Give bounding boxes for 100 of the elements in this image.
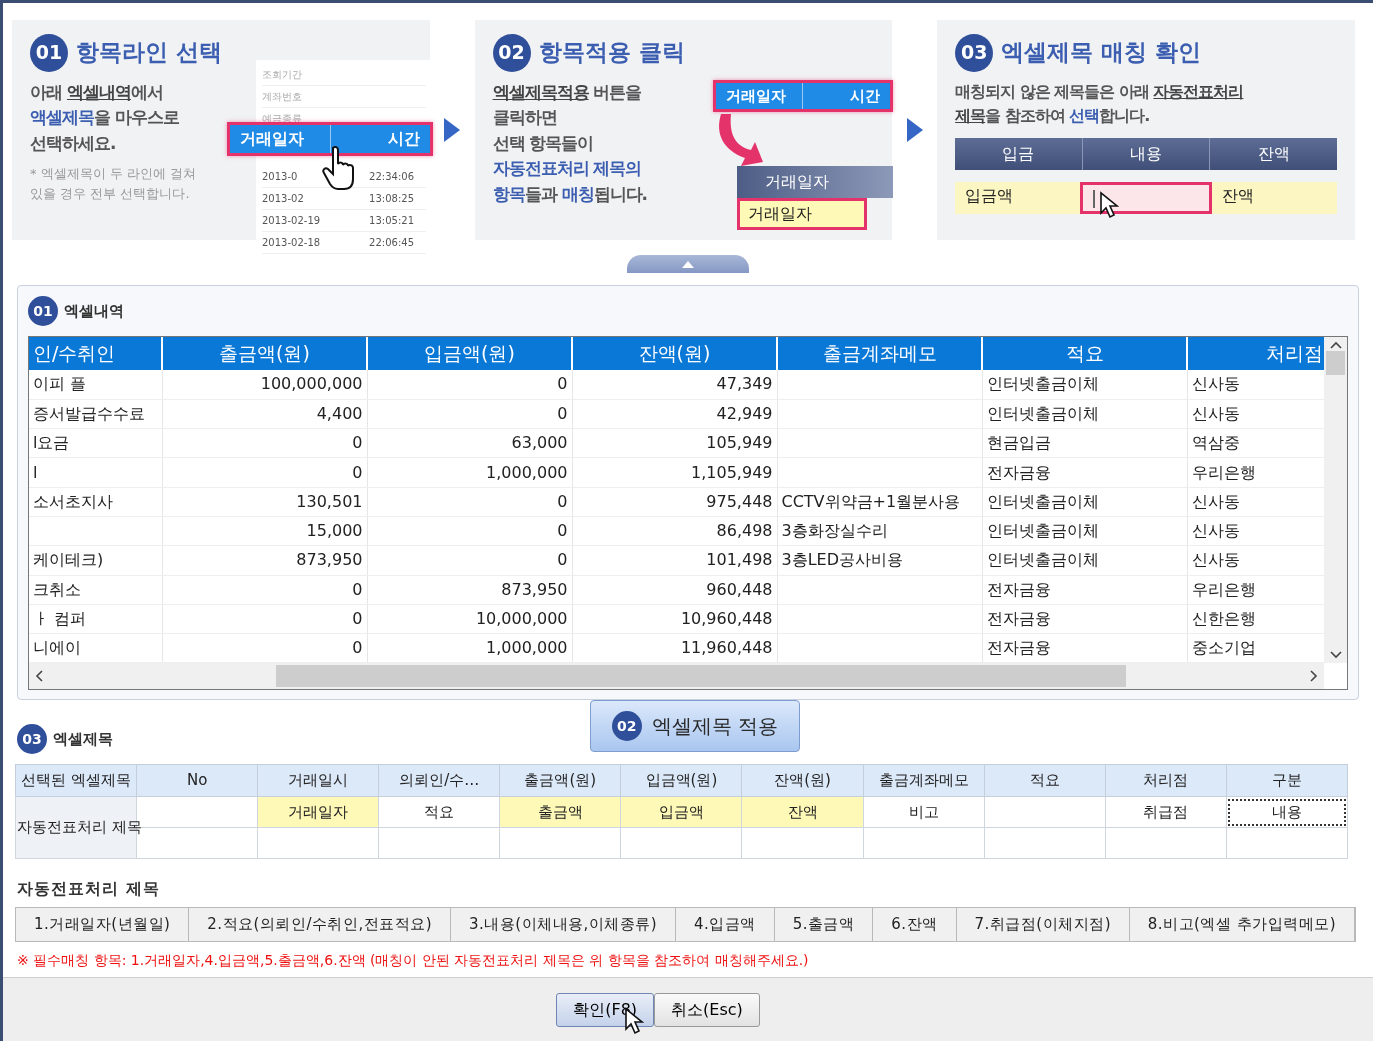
sheet-cell-text: 2013-0 bbox=[262, 169, 298, 184]
column-header: 구분 bbox=[1226, 764, 1348, 797]
reference-item: 2.적요(의뢰인/수취인,전표적요) bbox=[189, 908, 451, 941]
column-header: 선택된 엑셀제목 bbox=[15, 764, 137, 797]
table-cell: 975,448 bbox=[572, 487, 777, 517]
table-cell: 인터넷출금이체 bbox=[982, 370, 1187, 400]
table-cell: 전자금융 bbox=[982, 575, 1187, 605]
table-cell: 크취소 bbox=[29, 575, 162, 605]
cancel-button[interactable]: 취소(Esc) bbox=[654, 992, 760, 1027]
step-description: 엑셀제목적용 버튼을 클릭하면 선택 항목들이 자동전표처리 제목의 항목들과 매칭됩니다. bbox=[492, 80, 647, 206]
apply-button[interactable]: 02 엑셀제목 적용 bbox=[590, 700, 800, 752]
column-header[interactable]: 출금계좌메모 bbox=[777, 337, 982, 370]
sheet-cell-text: 2013-02 bbox=[262, 191, 304, 206]
table-cell: 42,949 bbox=[572, 399, 777, 429]
matched-cell: 거래일자 bbox=[736, 197, 867, 230]
header-cell: 잔액 bbox=[1209, 137, 1337, 170]
column-header: 적요 bbox=[984, 764, 1106, 797]
column-header[interactable]: 인/수취인 bbox=[29, 337, 162, 370]
reference-item: 7.취급점(이체지점) bbox=[956, 908, 1130, 941]
section-title: 엑셀내역 bbox=[64, 300, 124, 322]
step-title: 항목라인 선택 bbox=[76, 38, 222, 68]
section-number: 03 bbox=[17, 724, 47, 754]
table-cell: 인터넷출금이체 bbox=[982, 399, 1187, 429]
table-cell: 0 bbox=[367, 487, 572, 517]
table-cell: 소서초지사 bbox=[29, 487, 162, 517]
column-header: No bbox=[136, 764, 258, 797]
column-header[interactable]: 입금액(원) bbox=[367, 337, 572, 370]
step-number: 02 bbox=[611, 711, 642, 741]
table-cell: 0 bbox=[162, 604, 367, 634]
mapping-cell[interactable]: 출금액 bbox=[499, 796, 621, 828]
column-header[interactable]: 처리점 bbox=[1187, 337, 1324, 370]
column-header: 거래일자 bbox=[736, 165, 893, 198]
table-cell: 전자금융 bbox=[982, 633, 1187, 663]
step-title: 엑셀제목 매칭 확인 bbox=[1001, 38, 1202, 68]
table-cell: ㅏ 컴퍼 bbox=[29, 604, 162, 634]
mapping-cell[interactable]: 취급점 bbox=[1105, 796, 1227, 828]
table-cell: 0 bbox=[162, 633, 367, 663]
step-number: 03 bbox=[955, 33, 994, 72]
column-header: 의뢰인/수… bbox=[378, 764, 500, 797]
table-cell: 전자금융 bbox=[982, 457, 1187, 488]
sheet-cell-text: 2013-02-19 bbox=[262, 213, 321, 228]
table-cell: CCTV위약금+1월분사용 bbox=[777, 487, 982, 517]
table-cell: 0 bbox=[367, 399, 572, 429]
reference-item: 3.내용(이체내용,이체종류) bbox=[451, 908, 677, 941]
sheet-label: 조회기간 bbox=[262, 63, 426, 86]
table-cell: 니에이 bbox=[29, 633, 162, 663]
table-cell: 0 bbox=[162, 428, 367, 458]
table-cell: 증서발급수수료 bbox=[29, 399, 162, 429]
reference-title: 자동전표처리 제목 bbox=[17, 878, 161, 900]
column-header: 입금액(원) bbox=[620, 764, 742, 797]
column-header: 거래일시 bbox=[257, 764, 379, 797]
sheet-label: 계좌번호 bbox=[262, 85, 426, 108]
table-cell: 10,000,000 bbox=[367, 604, 572, 634]
table-cell: 86,498 bbox=[572, 516, 777, 546]
table-cell: 105,949 bbox=[572, 428, 777, 458]
mapping-cell[interactable]: 거래일자 bbox=[257, 796, 379, 828]
table-cell: 케이테크) bbox=[29, 545, 162, 576]
sheet-cell-text: 2013-02-18 bbox=[262, 235, 321, 250]
sheet-cell-text: 22:34:06 bbox=[369, 169, 414, 184]
table-cell: 63,000 bbox=[367, 428, 572, 458]
step-description: 매칭되지 않은 제목들은 아래 자동전표처리 제목을 참조하여 선택합니다. bbox=[955, 80, 1244, 127]
required-note: ※ 필수매칭 항목: 1.거래일자,4.입금액,5.출금액,6.잔액 (매칭이 안된 자동전표처리 제목은 위 항목을 참조하여 매칭해주세요.) bbox=[17, 950, 810, 970]
sheet-cell-text: 13:05:21 bbox=[369, 213, 414, 228]
mapping-cell[interactable]: 입금액 bbox=[620, 796, 742, 828]
reference-item: 8.비고(엑셀 추가입력메모) bbox=[1129, 908, 1356, 941]
section-title: 엑셀제목 bbox=[53, 728, 113, 750]
table-cell: 101,498 bbox=[572, 545, 777, 576]
step-title: 항목적용 클릭 bbox=[538, 38, 685, 68]
mapping-cell[interactable]: 비고 bbox=[863, 796, 985, 828]
header-cell-text: 거래일자 bbox=[239, 127, 305, 150]
header-cell: 시간 bbox=[802, 82, 890, 109]
column-header[interactable]: 출금액(원) bbox=[162, 337, 367, 370]
table-cell: 0 bbox=[162, 457, 367, 488]
header-cell-text: 거래일자 bbox=[724, 85, 787, 107]
table-cell: 현금입금 bbox=[982, 428, 1187, 458]
table-cell: 130,501 bbox=[162, 487, 367, 517]
table-cell: 전자금융 bbox=[982, 604, 1187, 634]
mapping-cell[interactable]: 적요 bbox=[378, 796, 500, 828]
column-header: 출금액(원) bbox=[499, 764, 621, 797]
table-cell: 0 bbox=[367, 516, 572, 546]
step-description: 아래 엑셀내역에서 액셀제목을 마우스로 선택하세요. bbox=[30, 80, 179, 155]
step-number: 01 bbox=[30, 33, 68, 72]
table-cell: l요금 bbox=[29, 428, 162, 458]
table-cell: 인터넷출금이체 bbox=[982, 545, 1187, 576]
table-cell: 873,950 bbox=[367, 575, 572, 605]
table-cell: 0 bbox=[367, 545, 572, 576]
column-header[interactable]: 적요 bbox=[982, 337, 1187, 370]
sheet-cell-text: 22:06:45 bbox=[369, 235, 414, 250]
table-cell: 이피 플 bbox=[29, 370, 162, 400]
table-cell: 3층화장실수리 bbox=[777, 516, 982, 546]
table-cell: 10,960,448 bbox=[572, 604, 777, 634]
mapping-cell[interactable]: 내용 bbox=[1226, 796, 1348, 828]
table-cell: 15,000 bbox=[162, 516, 367, 546]
column-header: 처리점 bbox=[1105, 764, 1227, 797]
reference-item: 6.잔액 bbox=[873, 908, 957, 941]
mapping-cell[interactable]: 잔액 bbox=[741, 796, 864, 828]
column-header[interactable]: 잔액(원) bbox=[572, 337, 777, 370]
step-note: * 엑셀제목이 두 라인에 걸쳐 있을 경우 전부 선택합니다. bbox=[30, 165, 197, 203]
step-number: 02 bbox=[492, 33, 531, 72]
header-cell-text: 입금 bbox=[1001, 142, 1036, 165]
